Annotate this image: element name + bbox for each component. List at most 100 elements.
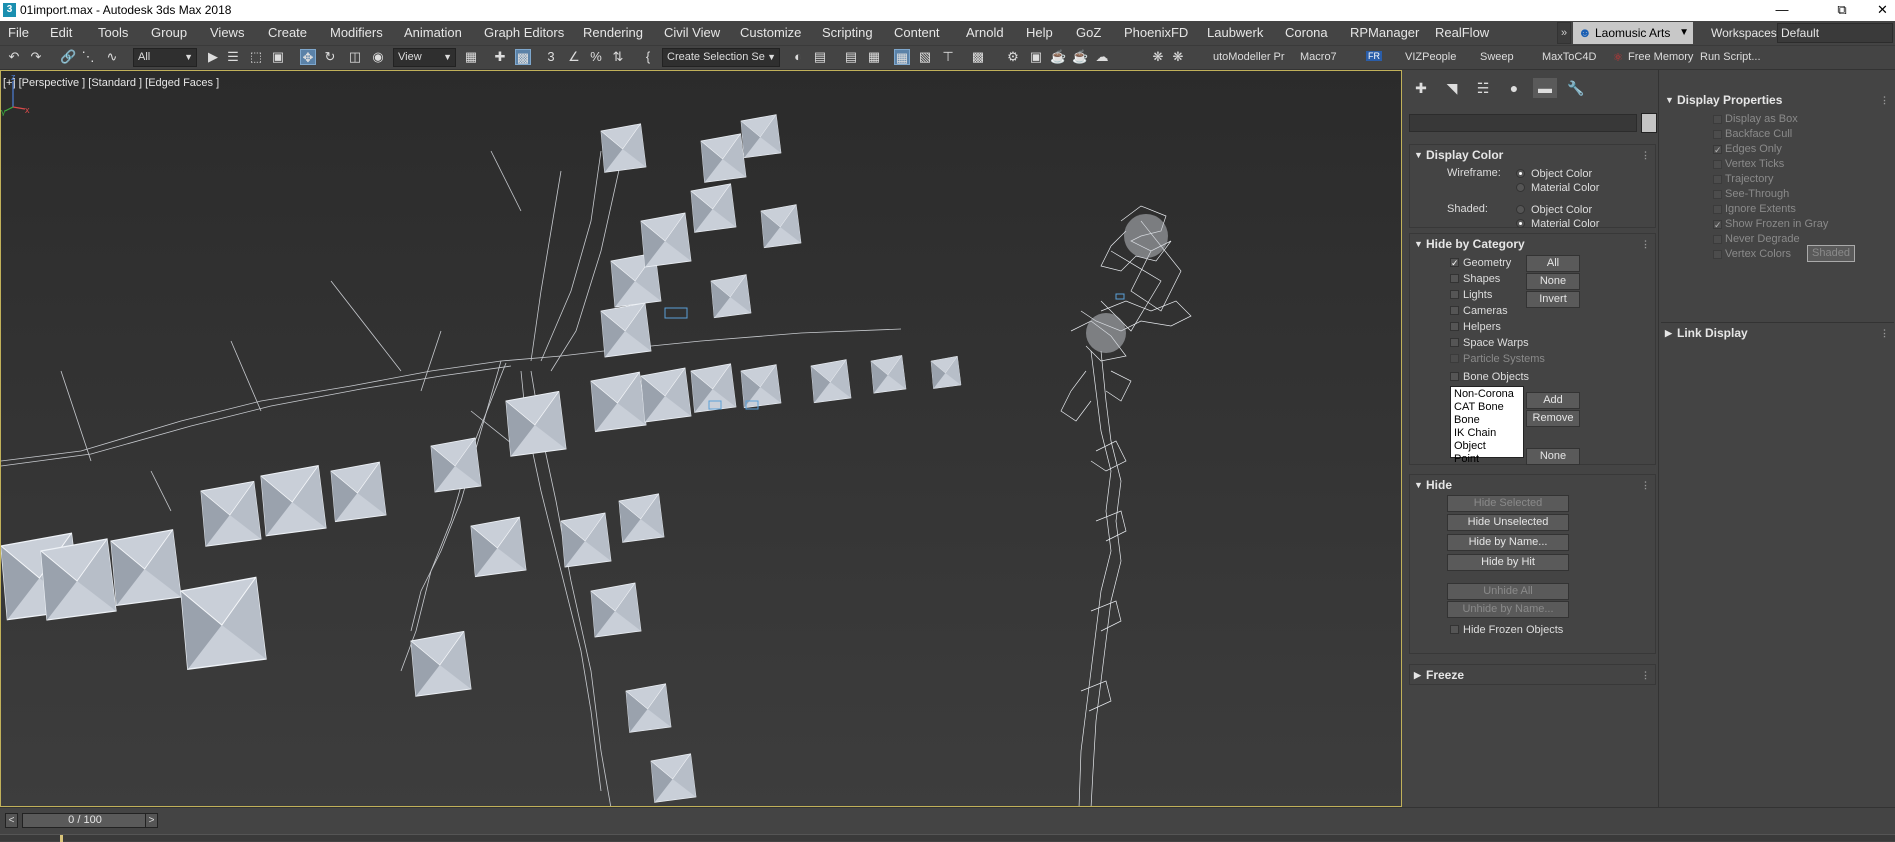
backface-cull-checkbox[interactable]: [1713, 130, 1722, 139]
cameras-checkbox[interactable]: [1450, 306, 1459, 315]
snaps-toggle-icon[interactable]: 3: [543, 49, 559, 65]
select-and-scale-icon[interactable]: ◫: [347, 49, 363, 65]
align-icon[interactable]: ▤: [812, 49, 828, 65]
percent-snap-icon[interactable]: %: [588, 49, 604, 65]
invert-categories-button[interactable]: Invert: [1526, 291, 1580, 308]
particle-systems-checkbox[interactable]: [1450, 354, 1459, 363]
drag-handle-icon[interactable]: ⋮: [1641, 234, 1650, 254]
material-editor-icon[interactable]: ▩: [970, 49, 986, 65]
angle-snap-icon[interactable]: ∠: [566, 49, 582, 65]
drag-handle-icon[interactable]: ⋮: [1880, 323, 1889, 343]
toggle-scene-explorer-icon[interactable]: ▤: [843, 49, 859, 65]
link-display-header[interactable]: ▶ Link Display ⋮: [1661, 323, 1894, 343]
hide-selected-button[interactable]: Hide Selected: [1447, 495, 1569, 512]
show-frozen-in-gray-checkbox[interactable]: ✓: [1713, 220, 1722, 230]
menu-laubwerk[interactable]: Laubwerk: [1207, 25, 1263, 40]
menu-edit[interactable]: Edit: [50, 25, 72, 40]
menu-file[interactable]: File: [8, 25, 29, 40]
helpers-checkbox[interactable]: [1450, 322, 1459, 331]
menu-customize[interactable]: Customize: [740, 25, 801, 40]
select-and-rotate-icon[interactable]: ↻: [322, 49, 338, 65]
menu-help[interactable]: Help: [1026, 25, 1053, 40]
window-crossing-icon[interactable]: ▣: [270, 49, 286, 65]
vertex-colors-shaded-button[interactable]: Shaded: [1807, 245, 1855, 262]
ribbon-toggle-icon[interactable]: ▦: [894, 49, 910, 65]
menu-group[interactable]: Group: [151, 25, 187, 40]
drag-handle-icon[interactable]: ⋮: [1641, 475, 1650, 495]
script-maxtoc4d[interactable]: MaxToC4D: [1542, 51, 1596, 63]
see-through-checkbox[interactable]: [1713, 190, 1722, 199]
rectangular-selection-icon[interactable]: ⬚: [248, 49, 264, 65]
select-object-icon[interactable]: ▶: [205, 49, 221, 65]
user-account-dropdown[interactable]: ☻ Laomusic Arts ▼: [1573, 22, 1693, 44]
object-color-swatch[interactable]: [1641, 113, 1657, 133]
redo-icon[interactable]: ↷: [28, 49, 44, 65]
script-run-script[interactable]: Run Script...: [1700, 51, 1761, 63]
hide-all-categories-button[interactable]: All: [1526, 255, 1580, 272]
fr-badge-icon[interactable]: FR: [1366, 51, 1382, 61]
vertex-ticks-checkbox[interactable]: [1713, 160, 1722, 169]
unhide-by-name-button[interactable]: Unhide by Name...: [1447, 601, 1569, 618]
lights-checkbox[interactable]: [1450, 290, 1459, 299]
ignore-extents-checkbox[interactable]: [1713, 205, 1722, 214]
select-and-place-icon[interactable]: ◉: [370, 49, 386, 65]
toggle-layer-explorer-icon[interactable]: ▦: [866, 49, 882, 65]
previous-frame-button[interactable]: <: [5, 813, 18, 828]
display-tab-icon[interactable]: ▬: [1533, 78, 1557, 98]
keyboard-shortcut-toggle-icon[interactable]: ▩: [515, 49, 531, 65]
script-free-memory[interactable]: Free Memory: [1628, 51, 1693, 63]
menu-modifiers[interactable]: Modifiers: [330, 25, 383, 40]
select-by-name-icon[interactable]: ☰: [225, 49, 241, 65]
viewport-label[interactable]: [+] [Perspective ] [Standard ] [Edged Fa…: [3, 77, 219, 89]
list-item[interactable]: Non-Corona: [1454, 388, 1520, 401]
list-none-button[interactable]: None: [1526, 448, 1580, 465]
menu-rpmanager[interactable]: RPManager: [1350, 25, 1419, 40]
category-list[interactable]: Non-Corona CAT Bone Bone IK Chain Object…: [1450, 386, 1524, 465]
never-degrade-checkbox[interactable]: [1713, 235, 1722, 244]
menu-animation[interactable]: Animation: [404, 25, 462, 40]
object-name-field[interactable]: [1409, 114, 1637, 132]
render-iterative-icon[interactable]: ☕: [1072, 49, 1088, 65]
menu-create[interactable]: Create: [268, 25, 307, 40]
remove-category-button[interactable]: Remove: [1526, 410, 1580, 427]
curve-editor-icon[interactable]: ▧: [917, 49, 933, 65]
bind-space-warp-icon[interactable]: ∿: [104, 49, 120, 65]
menu-tools[interactable]: Tools: [98, 25, 128, 40]
shaded-object-color-radio[interactable]: [1516, 205, 1525, 214]
display-color-header[interactable]: ▼ Display Color ⋮: [1410, 145, 1655, 165]
rendered-frame-window-icon[interactable]: ▣: [1028, 49, 1044, 65]
restore-icon[interactable]: ⧉: [1820, 0, 1864, 21]
hierarchy-tab-icon[interactable]: ☵: [1471, 78, 1495, 98]
menu-realflow[interactable]: RealFlow: [1435, 25, 1489, 40]
schematic-view-icon[interactable]: ⊤: [940, 49, 956, 65]
menu-graph-editors[interactable]: Graph Editors: [484, 25, 564, 40]
display-as-box-checkbox[interactable]: [1713, 115, 1722, 124]
next-frame-button[interactable]: >: [145, 813, 158, 828]
menu-civil-view[interactable]: Civil View: [664, 25, 720, 40]
menu-goz[interactable]: GoZ: [1076, 25, 1101, 40]
pivot-center-icon[interactable]: ▦: [463, 49, 479, 65]
script-helper-2-icon[interactable]: ❋: [1170, 49, 1186, 65]
create-tab-icon[interactable]: ✚: [1409, 78, 1433, 98]
app-icon[interactable]: 3: [3, 3, 16, 17]
menu-views[interactable]: Views: [210, 25, 244, 40]
mirror-icon[interactable]: ◐: [790, 49, 806, 65]
render-setup-icon[interactable]: ⚙: [1005, 49, 1021, 65]
script-vizpeople[interactable]: VIZPeople: [1405, 51, 1456, 63]
edit-named-selection-icon[interactable]: {: [640, 49, 656, 65]
trajectory-checkbox[interactable]: [1713, 175, 1722, 184]
wireframe-object-color-radio[interactable]: [1516, 169, 1525, 178]
bone-objects-checkbox[interactable]: [1450, 372, 1459, 381]
selection-filter-dropdown[interactable]: All ▼: [133, 48, 197, 67]
minimize-icon[interactable]: —: [1760, 0, 1804, 21]
drag-handle-icon[interactable]: ⋮: [1641, 665, 1650, 685]
hide-by-category-header[interactable]: ▼ Hide by Category ⋮: [1410, 234, 1655, 254]
display-properties-header[interactable]: ▼ Display Properties ⋮: [1661, 90, 1894, 110]
spinner-snap-icon[interactable]: ⇅: [610, 49, 626, 65]
script-automodeller[interactable]: utoModeller Pr: [1213, 51, 1285, 63]
vertex-colors-checkbox[interactable]: [1713, 250, 1722, 259]
undo-icon[interactable]: ↶: [6, 49, 22, 65]
menu-content[interactable]: Content: [894, 25, 940, 40]
select-manipulate-icon[interactable]: ✚: [492, 49, 508, 65]
script-helper-icon[interactable]: ❋: [1150, 49, 1166, 65]
